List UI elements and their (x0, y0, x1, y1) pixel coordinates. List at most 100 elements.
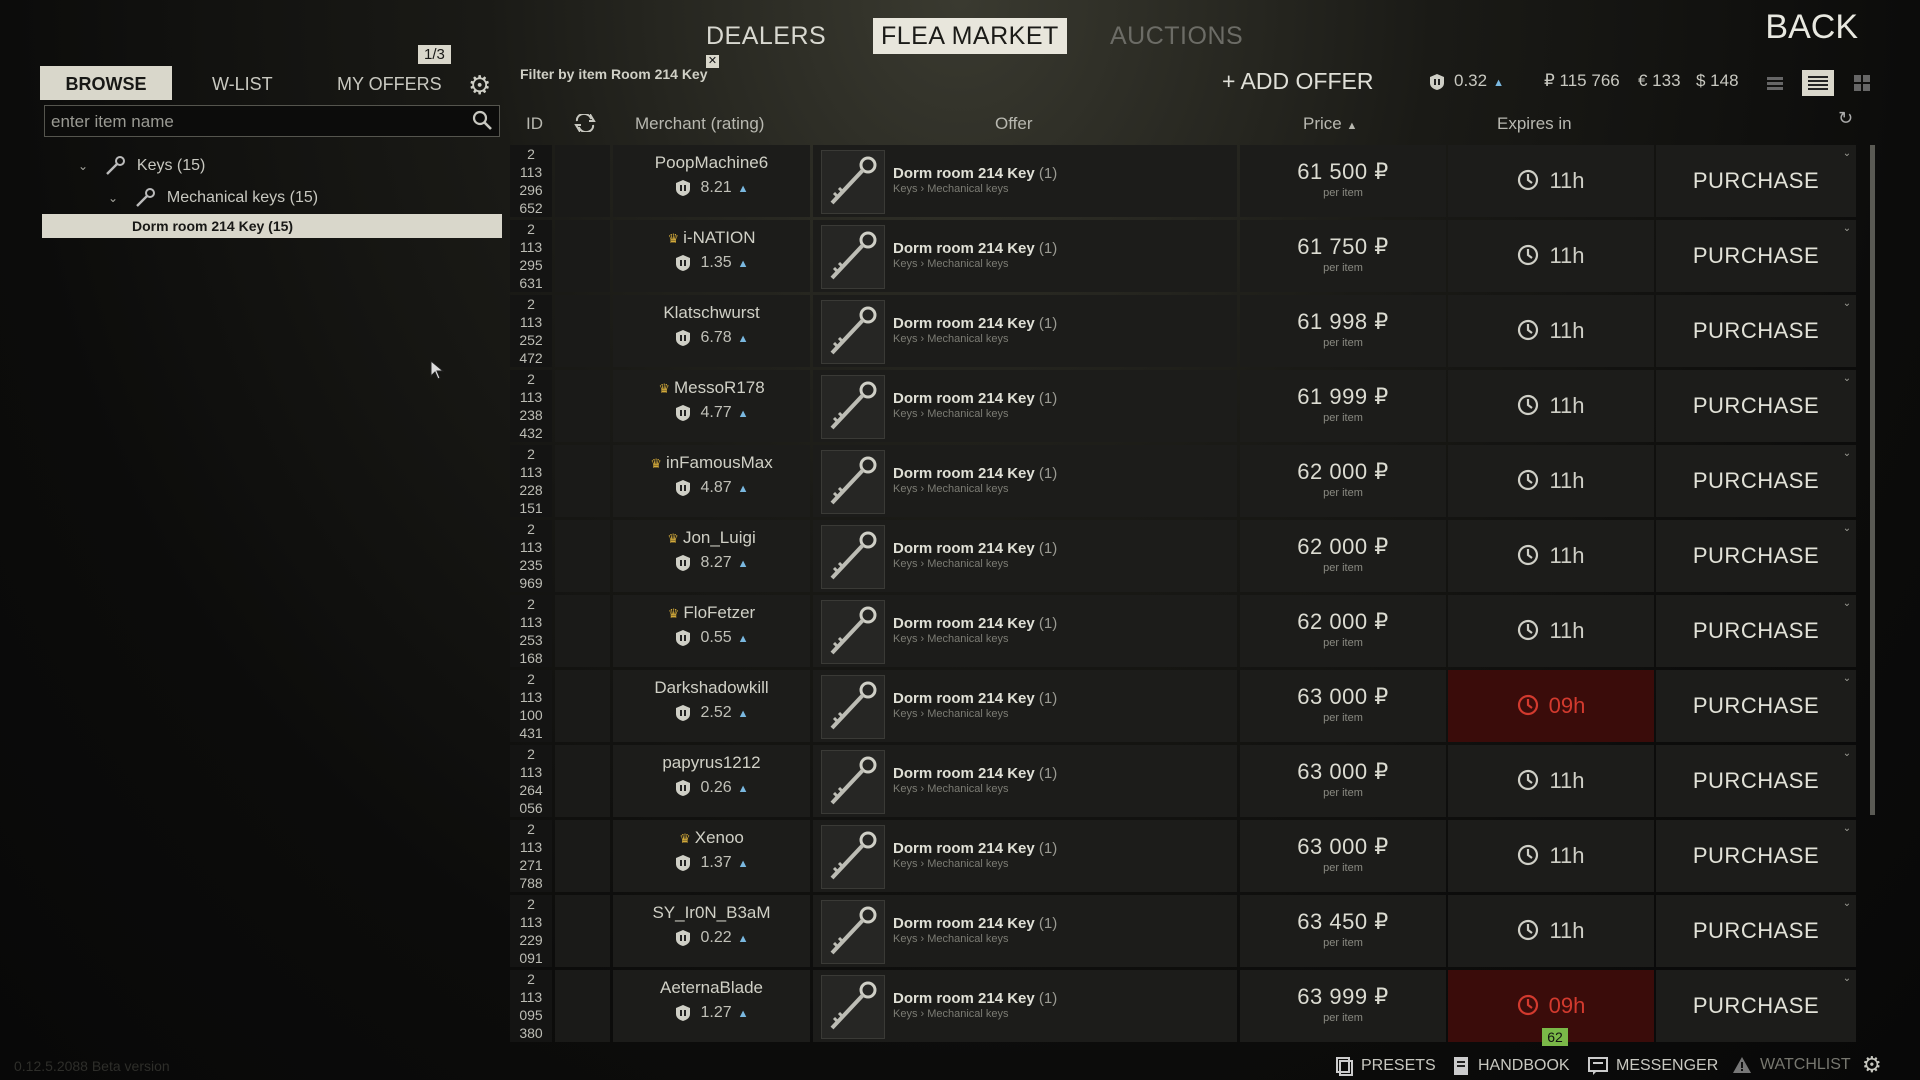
purchase-button[interactable]: PURCHASE (1656, 970, 1856, 1042)
tree-node-keys[interactable]: ⌄ Keys (15) (42, 150, 502, 182)
tree-node-mechanical-keys[interactable]: ⌄ Mechanical keys (15) (42, 182, 502, 214)
merchant-cell[interactable]: Darkshadowkill 2.52 ▲ (613, 670, 810, 742)
merchant-name[interactable]: i-NATION (683, 228, 755, 247)
item-name[interactable]: Dorm room 214 Key (1) (893, 390, 1057, 407)
merchant-name[interactable]: SY_Ir0N_B3aM (652, 903, 770, 922)
purchase-button[interactable]: PURCHASE (1656, 220, 1856, 292)
chevron-down-icon[interactable]: ⌄ (1840, 447, 1854, 461)
chevron-down-icon[interactable]: ⌄ (1840, 297, 1854, 311)
key-item-icon[interactable] (821, 300, 885, 364)
merchant-cell[interactable]: ♛ Xenoo 1.37 ▲ (613, 820, 810, 892)
purchase-button[interactable]: PURCHASE (1656, 520, 1856, 592)
tab-wlist[interactable]: W-LIST (212, 66, 273, 100)
item-name[interactable]: Dorm room 214 Key (1) (893, 615, 1057, 632)
chevron-down-icon[interactable]: ⌄ (1840, 747, 1854, 761)
purchase-button[interactable]: PURCHASE (1656, 295, 1856, 367)
merchant-cell[interactable]: Klatschwurst 6.78 ▲ (613, 295, 810, 367)
merchant-cell[interactable]: ♛ MessoR178 4.77 ▲ (613, 370, 810, 442)
tab-flea-market[interactable]: FLEA MARKET (873, 18, 1067, 54)
item-name[interactable]: Dorm room 214 Key (1) (893, 765, 1057, 782)
view-list-icon[interactable] (1802, 70, 1835, 96)
merchant-cell[interactable]: AeternaBlade 1.27 ▲ (613, 970, 810, 1042)
chevron-down-icon[interactable]: ⌄ (1840, 972, 1854, 986)
messenger-button[interactable]: MESSENGER (1588, 1056, 1718, 1076)
col-price[interactable]: Price ▲ (1303, 114, 1357, 134)
close-filter-icon[interactable]: ✕ (706, 55, 719, 68)
merchant-name[interactable]: Jon_Luigi (683, 528, 756, 547)
merchant-name[interactable]: Klatschwurst (663, 303, 759, 322)
search-input[interactable] (49, 106, 463, 138)
merchant-name[interactable]: MessoR178 (674, 378, 765, 397)
chevron-down-icon[interactable]: ⌄ (1840, 222, 1854, 236)
merchant-cell[interactable]: ♛ FloFetzer 0.55 ▲ (613, 595, 810, 667)
merchant-cell[interactable]: SY_Ir0N_B3aM 0.22 ▲ (613, 895, 810, 967)
chevron-down-icon[interactable]: ⌄ (78, 150, 92, 182)
key-item-icon[interactable] (821, 600, 885, 664)
key-item-icon[interactable] (821, 750, 885, 814)
purchase-button[interactable]: PURCHASE (1656, 370, 1856, 442)
item-name[interactable]: Dorm room 214 Key (1) (893, 240, 1057, 257)
refresh-icon[interactable] (574, 112, 596, 137)
merchant-name[interactable]: Xenoo (695, 828, 744, 847)
col-expires[interactable]: Expires in (1497, 114, 1572, 134)
key-item-icon[interactable] (821, 975, 885, 1039)
tree-item-dorm-room-214-key[interactable]: Dorm room 214 Key (15) (42, 214, 502, 238)
item-name[interactable]: Dorm room 214 Key (1) (893, 840, 1057, 857)
tab-browse[interactable]: BROWSE (40, 66, 172, 100)
handbook-button[interactable]: HANDBOOK (1452, 1056, 1570, 1076)
tab-dealers[interactable]: DEALERS (706, 18, 826, 54)
item-name[interactable]: Dorm room 214 Key (1) (893, 165, 1057, 182)
purchase-button[interactable]: PURCHASE (1656, 670, 1856, 742)
col-offer[interactable]: Offer (995, 114, 1032, 134)
purchase-button[interactable]: PURCHASE (1656, 745, 1856, 817)
key-item-icon[interactable] (821, 675, 885, 739)
merchant-cell[interactable]: papyrus1212 0.26 ▲ (613, 745, 810, 817)
key-item-icon[interactable] (821, 450, 885, 514)
key-item-icon[interactable] (821, 150, 885, 214)
purchase-button[interactable]: PURCHASE (1656, 820, 1856, 892)
purchase-button[interactable]: PURCHASE (1656, 145, 1856, 217)
purchase-button[interactable]: PURCHASE (1656, 445, 1856, 517)
col-id[interactable]: ID (526, 114, 543, 134)
merchant-name[interactable]: Darkshadowkill (654, 678, 768, 697)
key-item-icon[interactable] (821, 525, 885, 589)
chevron-down-icon[interactable]: ⌄ (1840, 147, 1854, 161)
merchant-name[interactable]: AeternaBlade (660, 978, 763, 997)
item-name[interactable]: Dorm room 214 Key (1) (893, 990, 1057, 1007)
chevron-down-icon[interactable]: ⌄ (1840, 372, 1854, 386)
item-name[interactable]: Dorm room 214 Key (1) (893, 465, 1057, 482)
key-item-icon[interactable] (821, 375, 885, 439)
chevron-down-icon[interactable]: ⌄ (1840, 672, 1854, 686)
back-button[interactable]: BACK (1765, 8, 1858, 47)
presets-button[interactable]: PRESETS (1335, 1056, 1436, 1076)
key-item-icon[interactable] (821, 900, 885, 964)
reload-icon[interactable]: ↻ (1838, 108, 1853, 129)
chevron-down-icon[interactable]: ⌄ (1840, 822, 1854, 836)
chevron-down-icon[interactable]: ⌄ (1840, 522, 1854, 536)
merchant-cell[interactable]: PoopMachine6 8.21 ▲ (613, 145, 810, 217)
merchant-cell[interactable]: ♛ Jon_Luigi 8.27 ▲ (613, 520, 810, 592)
scrollbar[interactable] (1870, 145, 1875, 815)
item-name[interactable]: Dorm room 214 Key (1) (893, 690, 1057, 707)
merchant-name[interactable]: PoopMachine6 (655, 153, 768, 172)
item-name[interactable]: Dorm room 214 Key (1) (893, 915, 1057, 932)
purchase-button[interactable]: PURCHASE (1656, 895, 1856, 967)
watchlist-button[interactable]: WATCHLIST (1732, 1056, 1851, 1074)
tab-my-offers[interactable]: MY OFFERS (337, 66, 442, 100)
merchant-name[interactable]: papyrus1212 (662, 753, 760, 772)
key-item-icon[interactable] (821, 225, 885, 289)
purchase-button[interactable]: PURCHASE (1656, 595, 1856, 667)
view-small-list-icon[interactable] (1764, 72, 1786, 94)
chevron-down-icon[interactable]: ⌄ (1840, 597, 1854, 611)
merchant-name[interactable]: inFamousMax (666, 453, 773, 472)
view-grid-icon[interactable] (1851, 72, 1873, 94)
chevron-down-icon[interactable]: ⌄ (1840, 897, 1854, 911)
tab-auctions[interactable]: AUCTIONS (1110, 18, 1243, 54)
merchant-cell[interactable]: ♛ i-NATION 1.35 ▲ (613, 220, 810, 292)
chevron-down-icon[interactable]: ⌄ (108, 182, 122, 214)
merchant-cell[interactable]: ♛ inFamousMax 4.87 ▲ (613, 445, 810, 517)
gear-icon[interactable]: ⚙ (468, 70, 491, 101)
item-name[interactable]: Dorm room 214 Key (1) (893, 540, 1057, 557)
merchant-name[interactable]: FloFetzer (683, 603, 755, 622)
key-item-icon[interactable] (821, 825, 885, 889)
